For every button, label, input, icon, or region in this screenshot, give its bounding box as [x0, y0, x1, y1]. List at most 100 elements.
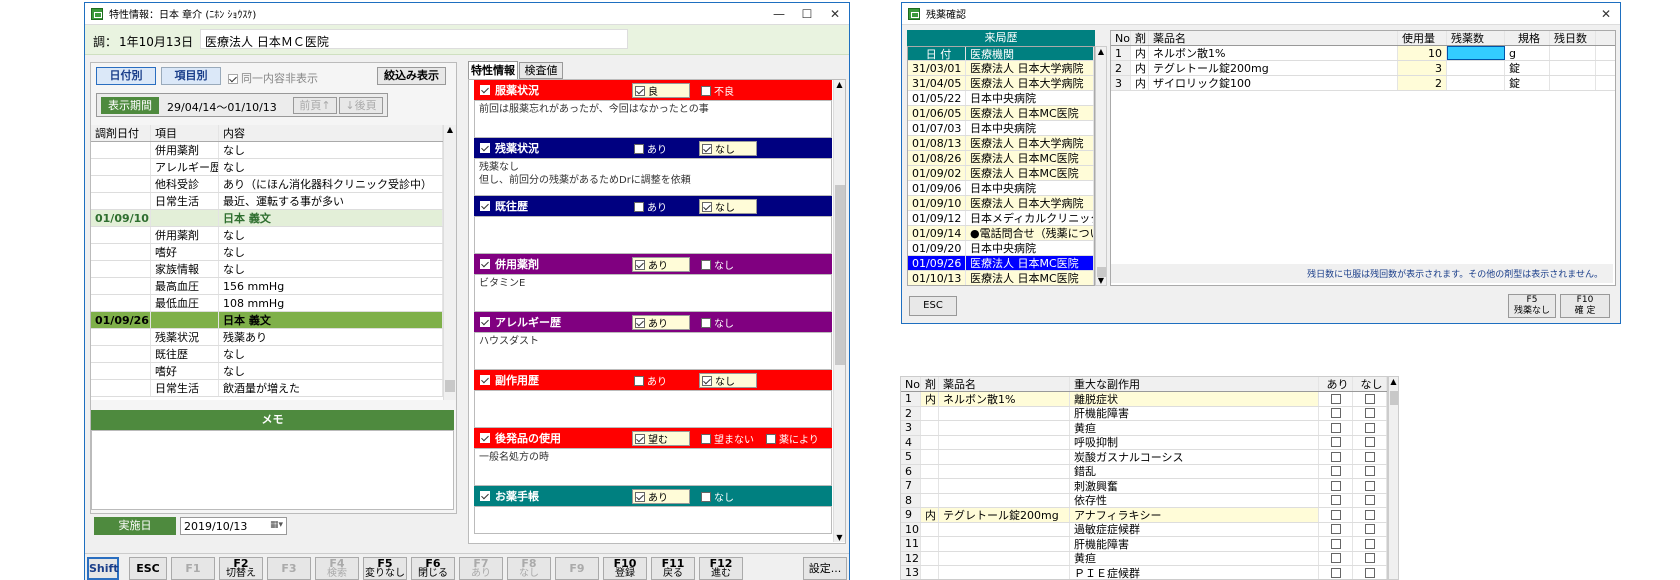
- section-text[interactable]: ハウスダスト: [474, 332, 832, 370]
- fkey-f6[interactable]: F6 閉じる: [411, 557, 455, 580]
- checkbox-icon[interactable]: [1331, 422, 1341, 433]
- sections-scrollbar[interactable]: ▲ ▼: [833, 80, 845, 542]
- scroll-up-icon[interactable]: ▲: [1096, 47, 1106, 56]
- option-opt1[interactable]: 望む: [632, 431, 690, 446]
- section-checkbox-icon[interactable]: [480, 259, 490, 269]
- history-row[interactable]: 併用薬剤 なし: [91, 142, 443, 159]
- cell-rem[interactable]: [1447, 46, 1505, 60]
- section-text[interactable]: [474, 390, 832, 428]
- history-row[interactable]: 最高血圧 156 mmHg: [91, 278, 443, 295]
- scroll-thumb[interactable]: [1390, 391, 1398, 405]
- option-opt1[interactable]: 良: [632, 83, 690, 98]
- history-row[interactable]: 日常生活 飲酒量が増えた: [91, 380, 443, 397]
- fkey-f2[interactable]: F2 切替え: [219, 557, 263, 580]
- visit-row[interactable]: 31/04/05 医療法人 日本大学病院: [908, 76, 1094, 91]
- close-icon[interactable]: ✕: [1592, 7, 1620, 21]
- impl-date-picker[interactable]: 2019/10/13 ▦▾: [180, 517, 287, 535]
- side-effect-row[interactable]: 6 錯乱: [901, 464, 1387, 479]
- fkey-f3[interactable]: F3: [267, 557, 311, 580]
- checkbox-icon[interactable]: [1365, 509, 1375, 520]
- history-group-row[interactable]: 01/09/10 日本 義文: [91, 210, 443, 227]
- checkbox-icon[interactable]: [1365, 422, 1375, 433]
- side-effect-row[interactable]: 12 黄疸: [901, 551, 1387, 566]
- settings-button[interactable]: 設定...: [803, 557, 847, 580]
- fkey-f10[interactable]: F10 登録: [603, 557, 647, 580]
- visit-row[interactable]: 01/08/13 医療法人 日本大学病院: [908, 136, 1094, 151]
- section-checkbox-icon[interactable]: [480, 143, 490, 153]
- side-effect-row[interactable]: 4 呼吸抑制: [901, 435, 1387, 450]
- side-effect-row[interactable]: 11 肝機能障害: [901, 537, 1387, 552]
- scroll-up-icon[interactable]: ▲: [834, 80, 845, 89]
- option-opt1[interactable]: あり: [632, 199, 690, 214]
- option-opt2[interactable]: なし: [699, 257, 757, 272]
- option-opt2[interactable]: なし: [699, 315, 757, 330]
- section-text[interactable]: [474, 506, 832, 534]
- history-row[interactable]: アレルギー歴 なし: [91, 159, 443, 176]
- section-text[interactable]: ビタミンE: [474, 274, 832, 312]
- option-opt1[interactable]: あり: [632, 315, 690, 330]
- visit-row[interactable]: 01/09/20 日本中央病院: [908, 241, 1094, 256]
- checkbox-icon[interactable]: [1331, 553, 1341, 564]
- history-row[interactable]: 最低血圧 108 mmHg: [91, 295, 443, 312]
- option-opt2[interactable]: 不良: [699, 83, 757, 98]
- no-remaining-button[interactable]: F5 残薬なし: [1508, 294, 1556, 318]
- checkbox-icon[interactable]: [1331, 567, 1341, 578]
- option-opt2[interactable]: なし: [699, 141, 757, 156]
- scroll-down-icon[interactable]: ▼: [834, 533, 845, 542]
- checkbox-icon[interactable]: [1365, 437, 1375, 448]
- fkey-f4[interactable]: F4 検索: [315, 557, 359, 580]
- section-checkbox-icon[interactable]: [480, 317, 490, 327]
- history-scrollbar[interactable]: ▲: [443, 125, 456, 400]
- option-opt3[interactable]: 薬により: [764, 431, 822, 446]
- checkbox-icon[interactable]: [1365, 567, 1375, 578]
- history-row[interactable]: 残薬状況 残薬あり: [91, 329, 443, 346]
- visit-row[interactable]: 01/05/22 日本中央病院: [908, 91, 1094, 106]
- checkbox-icon[interactable]: [1331, 495, 1341, 506]
- section-checkbox-icon[interactable]: [480, 491, 490, 501]
- option-opt2[interactable]: なし: [699, 373, 757, 388]
- checkbox-icon[interactable]: [1365, 524, 1375, 535]
- side-effect-row[interactable]: 1 内ネルボン散1% 離脱症状: [901, 392, 1387, 407]
- minimize-icon[interactable]: —: [765, 7, 793, 21]
- visit-row[interactable]: 31/03/01 医療法人 日本大学病院: [908, 61, 1094, 76]
- history-row[interactable]: 併用薬剤 なし: [91, 227, 443, 244]
- fkey-f1[interactable]: F1: [171, 557, 215, 580]
- scroll-up-icon[interactable]: ▲: [1389, 377, 1398, 386]
- fkey-f11[interactable]: F11 戻る: [651, 557, 695, 580]
- checkbox-icon[interactable]: [1365, 408, 1375, 419]
- confirm-button[interactable]: F10 確 定: [1560, 294, 1610, 318]
- close-icon[interactable]: ✕: [821, 7, 849, 21]
- option-opt1[interactable]: あり: [632, 489, 690, 504]
- side-effect-row[interactable]: 9 内テグレトール錠200mg アナフィラキシー: [901, 508, 1387, 523]
- visit-row[interactable]: 01/09/14●電話問合せ（残薬について: [908, 226, 1094, 241]
- fkey-f12[interactable]: F12 進む: [699, 557, 743, 580]
- fkey-f9[interactable]: F9: [555, 557, 599, 580]
- drug-row[interactable]: 2 内テグレトール錠200mg 3 錠: [1111, 61, 1615, 76]
- fkey-f8[interactable]: F8 なし: [507, 557, 551, 580]
- history-row[interactable]: 日常生活 最近、運転する事が多い: [91, 193, 443, 210]
- checkbox-icon[interactable]: [1331, 408, 1341, 419]
- scroll-thumb[interactable]: [835, 185, 845, 365]
- visit-row[interactable]: 01/09/10 医療法人 日本大学病院: [908, 196, 1094, 211]
- side-effect-row[interactable]: 10 過敏症症候群: [901, 522, 1387, 537]
- fkey-esc[interactable]: ESC: [129, 557, 167, 580]
- option-opt2[interactable]: なし: [699, 199, 757, 214]
- side-effect-row[interactable]: 5 炭酸ガスナルコーシス: [901, 450, 1387, 465]
- history-row[interactable]: 既往歴 なし: [91, 346, 443, 363]
- checkbox-icon[interactable]: [1331, 480, 1341, 491]
- tab-by-item[interactable]: 項目別: [161, 67, 221, 85]
- section-text[interactable]: 前回は服薬忘れがあったが、今回はなかったとの事: [474, 100, 832, 138]
- cell-rem[interactable]: [1447, 76, 1505, 90]
- scroll-down-icon[interactable]: ▼: [1096, 276, 1106, 285]
- option-opt1[interactable]: あり: [632, 257, 690, 272]
- visit-row[interactable]: 01/07/03 日本中央病院: [908, 121, 1094, 136]
- checkbox-icon[interactable]: [1365, 538, 1375, 549]
- section-checkbox-icon[interactable]: [480, 375, 490, 385]
- option-opt1[interactable]: あり: [632, 141, 690, 156]
- checkbox-icon[interactable]: [1331, 437, 1341, 448]
- drug-row[interactable]: 1 内ネルボン散1% 10 g: [1111, 46, 1615, 61]
- section-text[interactable]: [474, 216, 832, 254]
- side-effect-row[interactable]: 3 黄疸: [901, 421, 1387, 436]
- history-row[interactable]: 嗜好 なし: [91, 244, 443, 261]
- side-effect-row[interactable]: 8 依存性: [901, 493, 1387, 508]
